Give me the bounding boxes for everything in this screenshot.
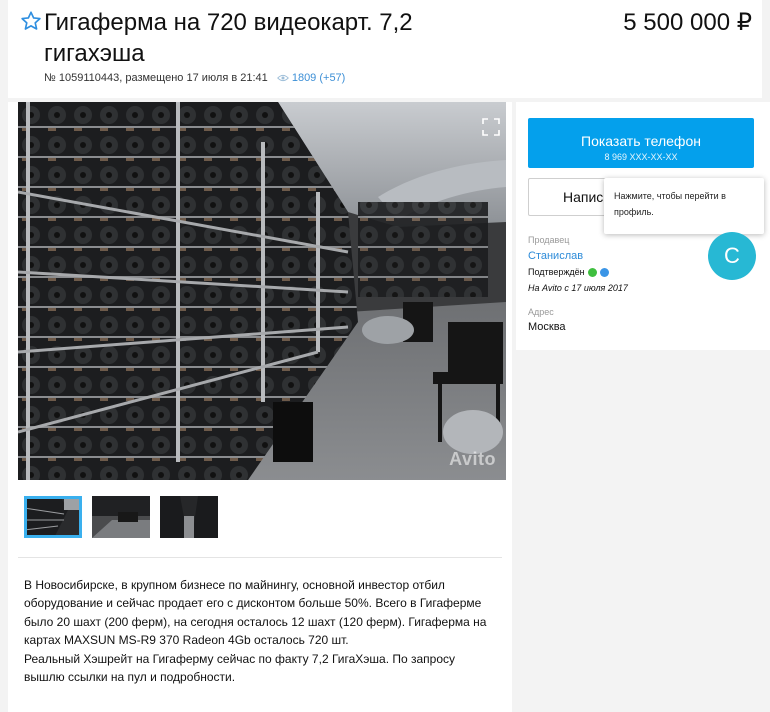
seller-label: Продавец: [528, 235, 570, 245]
thumbnail-3[interactable]: [160, 496, 218, 538]
listing-price: 5 500 000 ₽: [623, 9, 752, 36]
seller-name-link[interactable]: Станислав: [528, 250, 583, 262]
gallery-column: Avito В Новосибирске, в крупном бизнесе …: [8, 102, 512, 712]
phone-number-masked: 8 969 XXX-XX-XX: [604, 152, 678, 162]
address-value: Москва: [528, 321, 566, 333]
description-paragraph-2: Реальный Хэшрейт на Гигаферму сейчас по …: [24, 651, 456, 685]
listing-description: В Новосибирске, в крупном бизнесе по май…: [24, 576, 494, 686]
thumbnail-image: [160, 496, 218, 538]
address-label: Адрес: [528, 307, 554, 317]
eye-icon: [276, 75, 289, 82]
seller-since: На Avito с 17 июля 2017: [528, 283, 628, 293]
thumbnail-1[interactable]: [24, 496, 82, 538]
profile-tooltip: Нажмите, чтобы перейти в профиль.: [604, 178, 764, 234]
star-outline-icon[interactable]: [20, 10, 42, 32]
section-divider: [18, 557, 502, 558]
views-counter: 1809 (+57): [276, 72, 346, 84]
verified-text: Подтверждён: [528, 267, 585, 277]
globe-icon: [599, 268, 609, 278]
listing-title: Гигаферма на 720 видеокарт. 7,2 гигахэша: [44, 9, 413, 67]
thumbnail-2[interactable]: [92, 496, 150, 538]
fullscreen-icon[interactable]: [482, 118, 500, 136]
mining-farm-photo: [18, 102, 506, 480]
seller-avatar[interactable]: С: [708, 232, 756, 280]
seller-verified: Подтверждён: [528, 267, 609, 278]
listing-id-date: № 1059110443, размещено 17 июля в 21:41: [44, 72, 268, 84]
thumbnail-image: [92, 496, 150, 538]
main-photo[interactable]: Avito: [18, 102, 506, 480]
description-paragraph-1: В Новосибирске, в крупном бизнесе по май…: [24, 578, 487, 648]
show-phone-button[interactable]: Показать телефон 8 969 XXX-XX-XX: [528, 118, 754, 168]
views-count: 1809 (+57): [291, 72, 346, 84]
whatsapp-icon: [587, 268, 597, 278]
photo-watermark: Avito: [449, 449, 496, 469]
listing-meta: № 1059110443, размещено 17 июля в 21:41 …: [44, 72, 345, 84]
thumbnail-image: [24, 496, 82, 538]
listing-header: Гигаферма на 720 видеокарт. 7,2 гигахэша…: [8, 0, 762, 98]
show-phone-label: Показать телефон: [581, 133, 701, 149]
page: Гигаферма на 720 видеокарт. 7,2 гигахэша…: [0, 0, 770, 712]
